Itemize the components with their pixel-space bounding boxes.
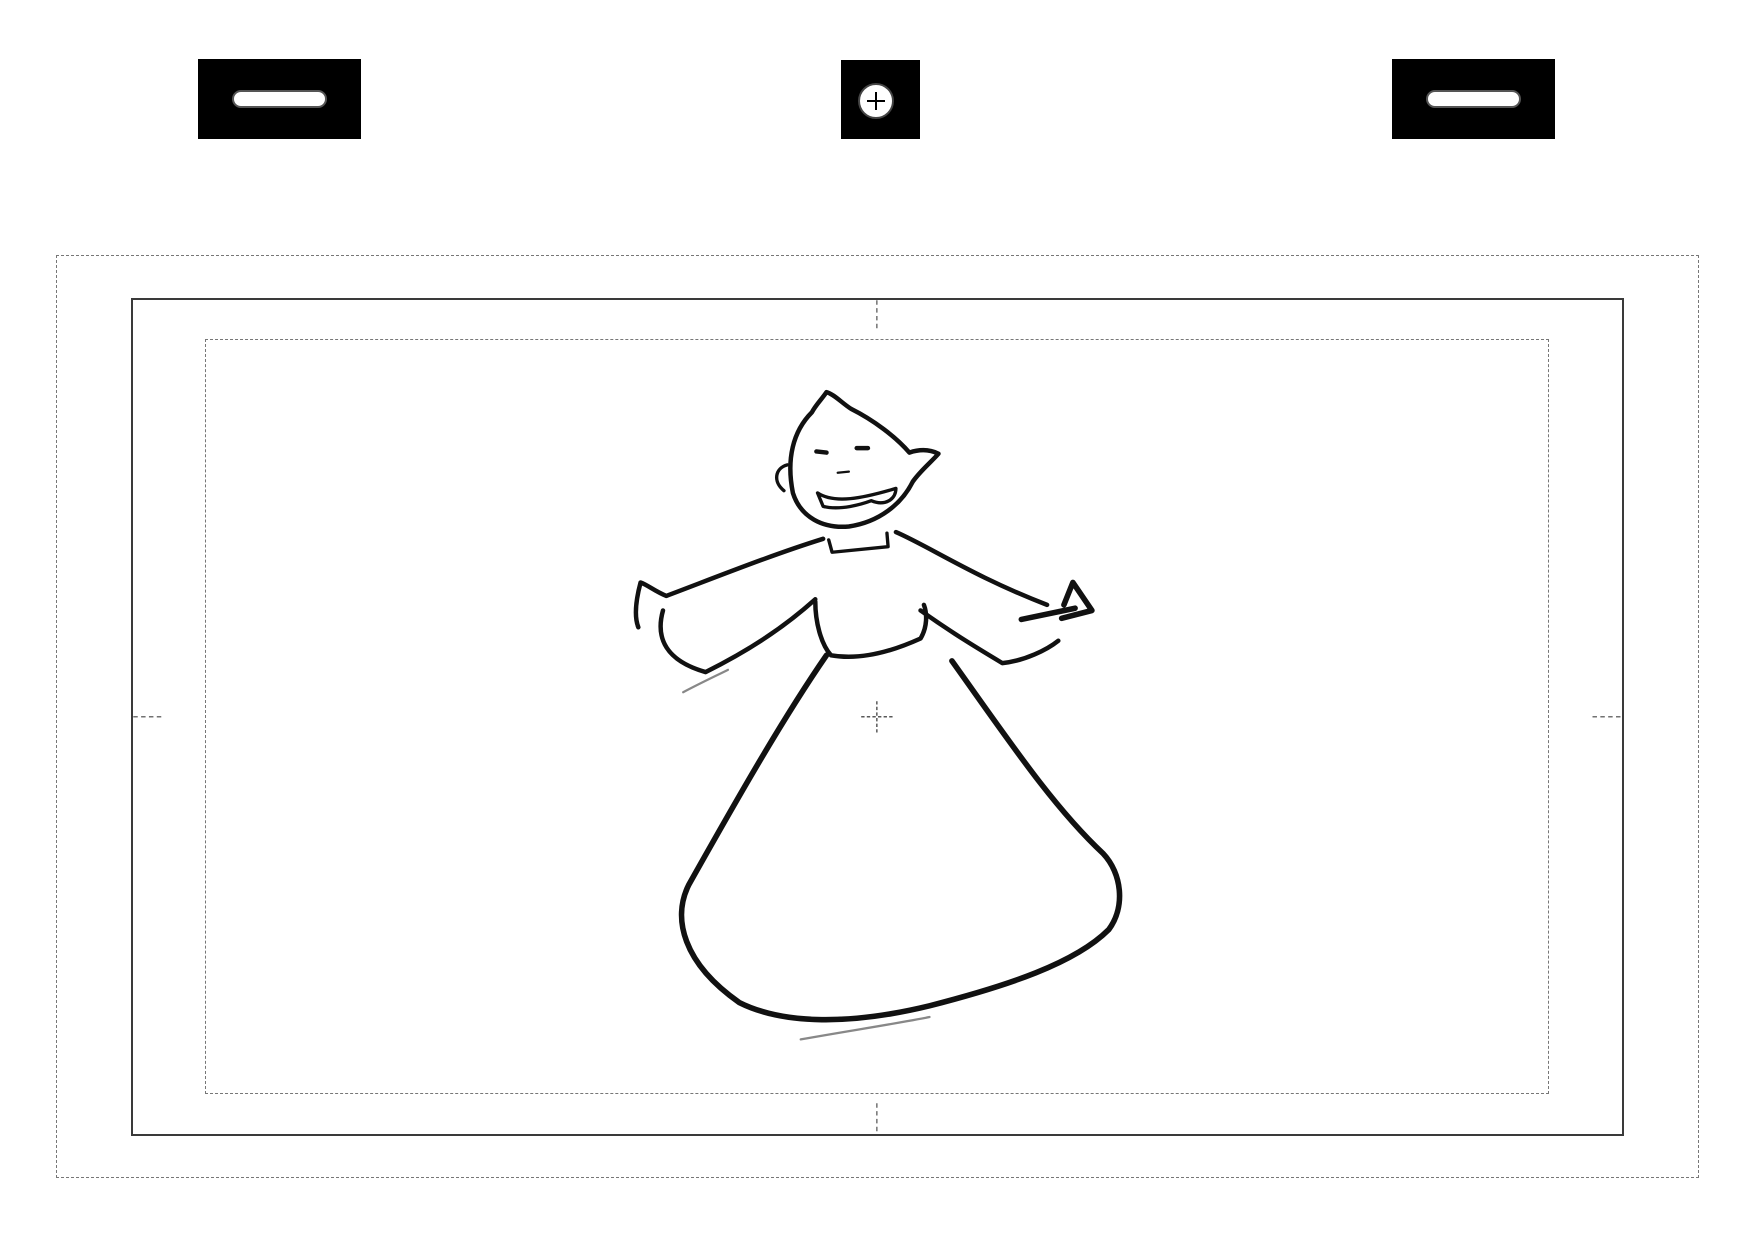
skirt	[678, 652, 1123, 1023]
drawing-layer	[133, 300, 1622, 1135]
collar	[827, 531, 890, 554]
character-sketch	[633, 389, 1123, 1041]
left-arm	[633, 536, 826, 675]
mouth	[815, 486, 898, 510]
registration-cross-icon	[861, 701, 893, 733]
bodice	[813, 599, 929, 659]
eye-left	[814, 449, 829, 455]
head	[788, 389, 941, 529]
right-arm	[893, 529, 1061, 666]
ear	[775, 463, 789, 493]
nose	[836, 470, 851, 474]
